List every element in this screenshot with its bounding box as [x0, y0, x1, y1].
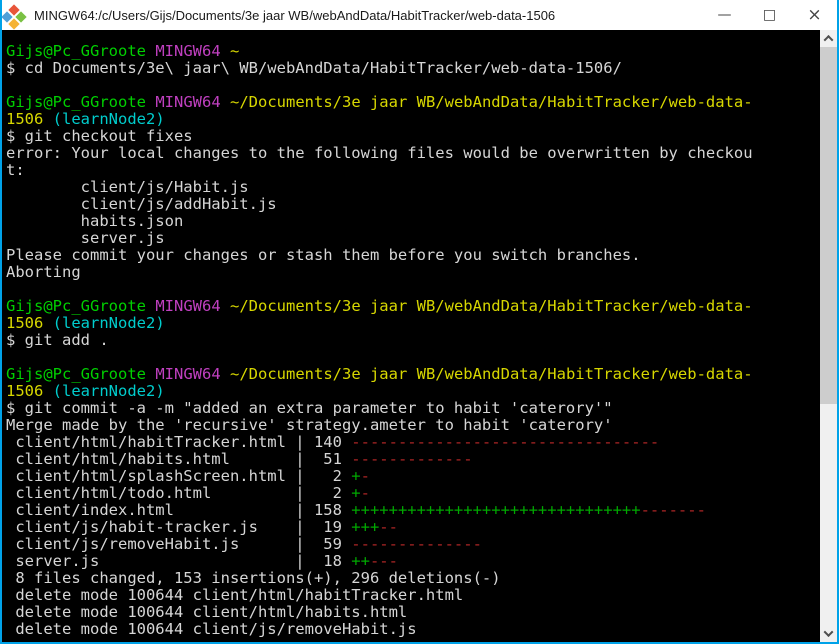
terminal-line: delete mode 100644 client/js/removeHabit… [6, 621, 820, 638]
chevron-up-icon [824, 35, 834, 45]
terminal-line: Gijs@Pc_GGroote MINGW64 ~/Documents/3e j… [6, 298, 820, 315]
terminal-line: client/html/habitTracker.html | 140 ----… [6, 434, 820, 451]
terminal-line: 8 files changed, 153 insertions(+), 296 … [6, 570, 820, 587]
terminal-body: Gijs@Pc_GGroote MINGW64 ~$ cd Documents/… [2, 30, 837, 642]
terminal-line: client/html/splashScreen.html | 2 +- [6, 468, 820, 485]
terminal-line [6, 281, 820, 298]
maximize-button[interactable]: □ [747, 0, 792, 30]
terminal-line: Gijs@Pc_GGroote MINGW64 ~/Documents/3e j… [6, 366, 820, 383]
terminal-line: $ cd Documents/3e\ jaar\ WB/webAndData/H… [6, 60, 820, 77]
terminal-line: server.js [6, 230, 820, 247]
terminal-line: client/js/Habit.js [6, 179, 820, 196]
terminal-line: delete mode 100644 client/html/habits.ht… [6, 604, 820, 621]
terminal-line: client/js/addHabit.js [6, 196, 820, 213]
git-bash-app-icon [7, 5, 27, 25]
scrollbar[interactable] [820, 30, 837, 642]
terminal-line: Please commit your changes or stash them… [6, 247, 820, 264]
close-button[interactable]: × [792, 0, 837, 30]
terminal-line: server.js | 18 ++--- [6, 553, 820, 570]
terminal-line: client/js/removeHabit.js | 59 ----------… [6, 536, 820, 553]
terminal-line: client/js/habit-tracker.js | 19 +++-- [6, 519, 820, 536]
terminal-line: 1506 (learnNode2) [6, 315, 820, 332]
terminal-line: $ git add . [6, 332, 820, 349]
terminal-line: $ git commit -a -m "added an extra param… [6, 400, 820, 417]
terminal-line: client/index.html | 158 ++++++++++++++++… [6, 502, 820, 519]
terminal-line: 1506 (learnNode2) [6, 383, 820, 400]
titlebar[interactable]: MINGW64:/c/Users/Gijs/Documents/3e jaar … [2, 0, 837, 30]
terminal-line [6, 349, 820, 366]
terminal-line: Gijs@Pc_GGroote MINGW64 ~ [6, 43, 820, 60]
scrollbar-track[interactable] [820, 47, 837, 625]
terminal-window: MINGW64:/c/Users/Gijs/Documents/3e jaar … [0, 0, 839, 644]
scroll-up-button[interactable] [820, 30, 837, 47]
terminal-line: Gijs@Pc_GGroote MINGW64 ~/Documents/3e j… [6, 94, 820, 111]
minimize-button[interactable]: — [702, 0, 747, 30]
terminal-line: Aborting [6, 264, 820, 281]
terminal-line: Merge made by the 'recursive' strategy.a… [6, 417, 820, 434]
chevron-down-icon [824, 627, 834, 637]
terminal-line: delete mode 100644 client/html/habitTrac… [6, 587, 820, 604]
terminal-line: t: [6, 162, 820, 179]
scrollbar-thumb[interactable] [820, 47, 837, 404]
window-controls: — □ × [702, 0, 837, 30]
terminal-line: $ git checkout fixes [6, 128, 820, 145]
terminal-output[interactable]: Gijs@Pc_GGroote MINGW64 ~$ cd Documents/… [2, 30, 820, 642]
terminal-line: error: Your local changes to the followi… [6, 145, 820, 162]
scroll-down-button[interactable] [820, 625, 837, 642]
terminal-line: client/html/habits.html | 51 -----------… [6, 451, 820, 468]
terminal-line: habits.json [6, 213, 820, 230]
terminal-line: 1506 (learnNode2) [6, 111, 820, 128]
terminal-line: client/html/todo.html | 2 +- [6, 485, 820, 502]
window-title: MINGW64:/c/Users/Gijs/Documents/3e jaar … [34, 8, 702, 23]
terminal-line [6, 77, 820, 94]
